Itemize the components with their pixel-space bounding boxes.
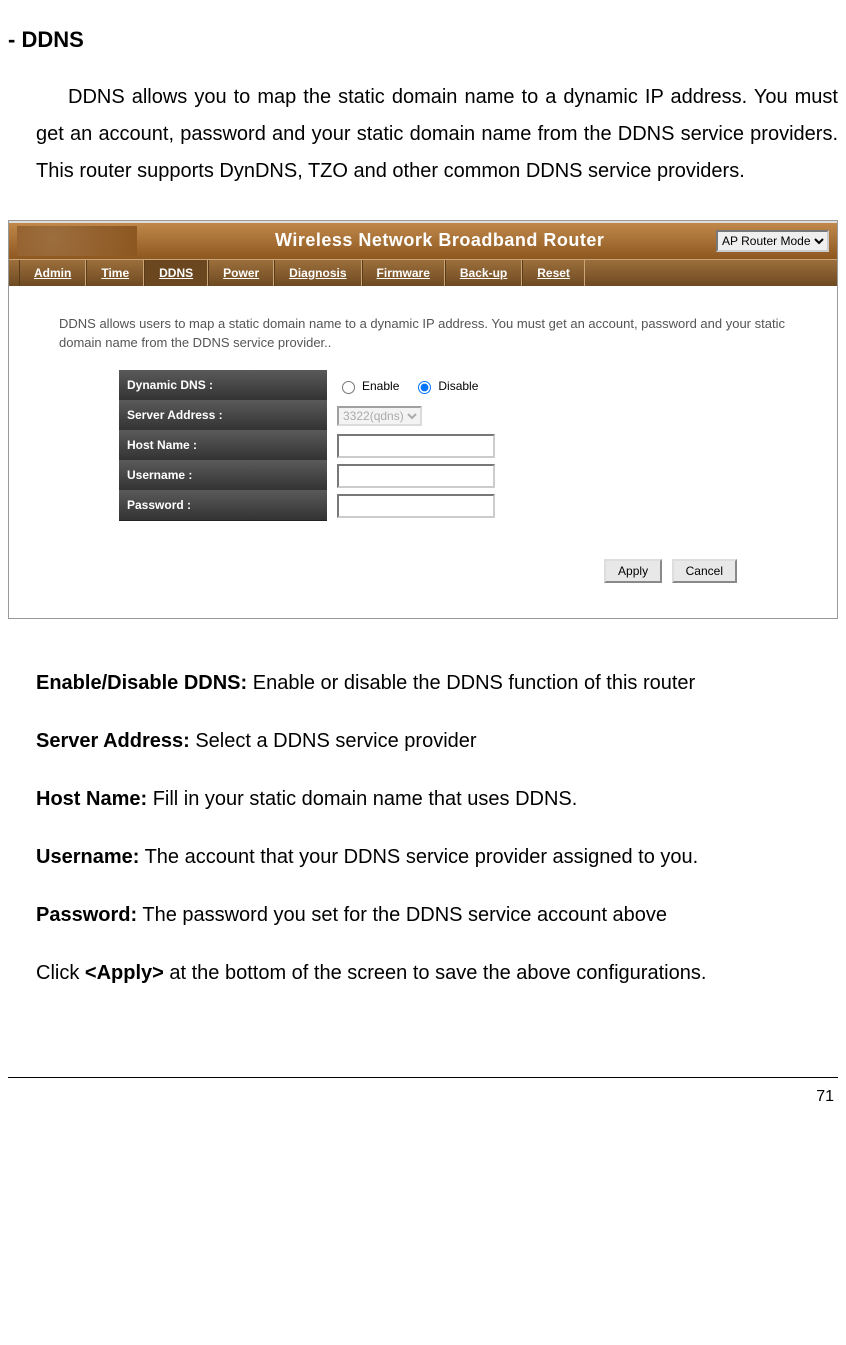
def-apply-pre: Click [36,962,85,984]
enable-radio[interactable] [342,381,355,394]
nav-time[interactable]: Time [86,260,144,286]
def-enable-disable: Enable/Disable DDNS: Enable or disable t… [36,669,838,697]
host-name-label: Host Name : [119,430,327,461]
def-host-name: Host Name: Fill in your static domain na… [36,785,838,813]
def-apply-post: at the bottom of the screen to save the … [164,962,707,984]
mode-select[interactable]: AP Router Mode [716,230,829,252]
definitions-block: Enable/Disable DDNS: Enable or disable t… [8,669,838,987]
intro-paragraph: DDNS allows you to map the static domain… [8,79,838,190]
server-address-label: Server Address : [119,400,327,431]
host-name-input[interactable] [337,434,495,458]
page-footer: 71 [8,1077,838,1112]
nav-firmware[interactable]: Firmware [362,260,445,286]
disable-radio-label: Disable [438,375,478,397]
router-note: DDNS allows users to map a static domain… [59,314,787,353]
def-apply: Click <Apply> at the bottom of the scree… [36,959,838,987]
def-password-text: The password you set for the DDNS servic… [137,904,667,926]
def-enable-disable-label: Enable/Disable DDNS: [36,672,247,694]
def-host-name-label: Host Name: [36,788,147,810]
nav-ddns[interactable]: DDNS [144,260,208,286]
def-apply-tag: <Apply> [85,962,164,984]
apply-button[interactable]: Apply [604,559,662,583]
def-enable-disable-text: Enable or disable the DDNS function of t… [247,672,695,694]
dynamic-dns-label: Dynamic DNS : [119,370,327,401]
def-server-address-label: Server Address: [36,730,190,752]
nav-admin[interactable]: Admin [19,260,86,286]
def-password-label: Password: [36,904,137,926]
def-server-address: Server Address: Select a DDNS service pr… [36,727,838,755]
router-nav: Admin Time DDNS Power Diagnosis Firmware… [9,259,837,286]
nav-backup[interactable]: Back-up [445,260,522,286]
def-username: Username: The account that your DDNS ser… [36,843,838,871]
username-label: Username : [119,460,327,491]
server-address-select[interactable]: 3322(qdns) [337,406,422,426]
mode-selector-wrap: AP Router Mode [716,230,829,252]
router-header-bar: Wireless Network Broadband Router AP Rou… [9,221,837,259]
router-screenshot: Wireless Network Broadband Router AP Rou… [8,220,838,619]
def-server-address-text: Select a DDNS service provider [190,730,477,752]
router-body: DDNS allows users to map a static domain… [9,286,837,618]
ddns-form: Dynamic DNS : Enable Disable Server Addr… [119,371,787,521]
def-username-text: The account that your DDNS service provi… [139,846,698,868]
def-host-name-text: Fill in your static domain name that use… [147,788,577,810]
cancel-button[interactable]: Cancel [672,559,737,583]
def-username-label: Username: [36,846,139,868]
router-title: Wireless Network Broadband Router [275,224,604,257]
nav-reset[interactable]: Reset [522,260,585,286]
page-number: 71 [816,1088,834,1105]
password-input[interactable] [337,494,495,518]
disable-radio[interactable] [418,381,431,394]
nav-power[interactable]: Power [208,260,274,286]
nav-diagnosis[interactable]: Diagnosis [274,260,361,286]
router-logo [17,226,137,256]
enable-radio-label: Enable [362,375,399,397]
section-title: - DDNS [8,20,838,61]
username-input[interactable] [337,464,495,488]
def-password: Password: The password you set for the D… [36,901,838,929]
password-label: Password : [119,490,327,521]
